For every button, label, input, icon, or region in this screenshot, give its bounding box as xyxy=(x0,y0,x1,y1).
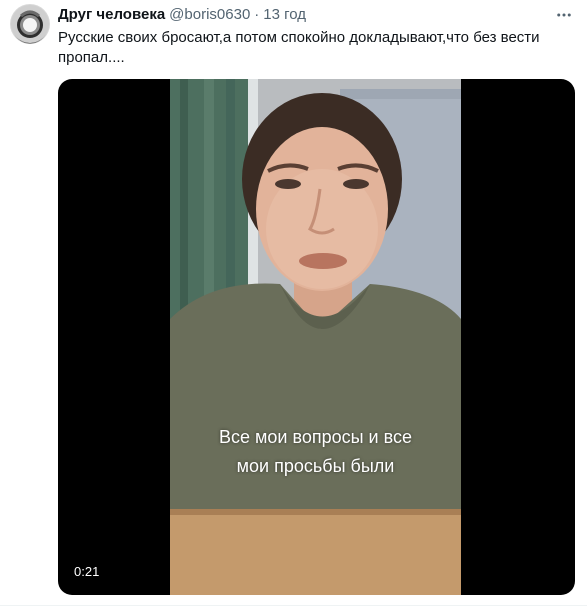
video-still-image xyxy=(170,79,461,595)
video-caption-line-2: мои просьбы были xyxy=(236,456,395,476)
video-frame[interactable]: Все мои вопросы и все мои просьбы были xyxy=(170,79,461,595)
video-duration-badge: 0:21 xyxy=(74,564,100,579)
video-caption-line-1: Все мои вопросы и все xyxy=(219,427,412,447)
separator-dot: · xyxy=(254,6,260,23)
more-options-button[interactable] xyxy=(549,0,579,30)
tweet-timestamp[interactable]: 13 год xyxy=(263,6,306,24)
author-handle[interactable]: @boris0630 xyxy=(169,6,250,24)
more-horizontal-icon xyxy=(557,13,571,17)
avatar[interactable] xyxy=(10,4,50,44)
tweet-text: Русские своих бросают,а потом спокойно д… xyxy=(58,29,540,66)
author-display-name[interactable]: Друг человека xyxy=(58,6,165,24)
tweet: Друг человека @boris0630 · 13 год Русски… xyxy=(0,0,587,606)
video-player[interactable]: Все мои вопросы и все мои просьбы были 0… xyxy=(58,79,575,595)
tweet-header: Друг человека @boris0630 · 13 год xyxy=(58,6,306,24)
